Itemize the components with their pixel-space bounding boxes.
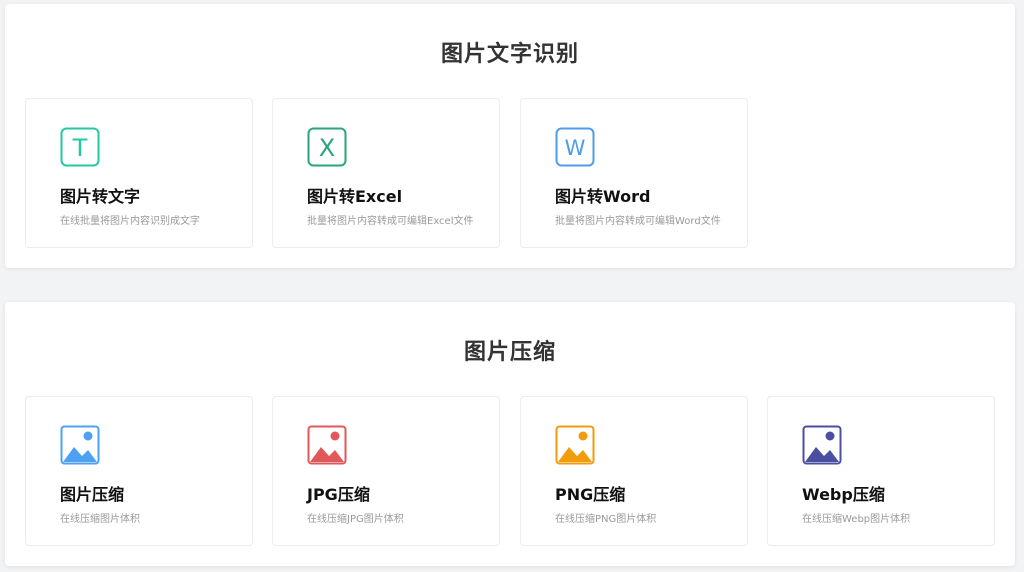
card-image-to-text[interactable]: T 图片转文字 在线批量将图片内容识别成文字 — [25, 98, 253, 248]
card-description: 在线压缩图片体积 — [60, 514, 140, 525]
card-image-to-excel[interactable]: X 图片转Excel 批量将图片内容转成可编辑Excel文件 — [272, 98, 500, 248]
card-image-compress[interactable]: 图片压缩 在线压缩图片体积 — [25, 396, 253, 546]
card-description: 批量将图片内容转成可编辑Word文件 — [555, 216, 721, 227]
card-description: 批量将图片内容转成可编辑Excel文件 — [307, 216, 474, 227]
svg-text:X: X — [319, 134, 335, 162]
image-icon — [802, 425, 842, 465]
card-title: 图片转Word — [555, 187, 651, 206]
card-webp-compress[interactable]: Webp压缩 在线压缩Webp图片体积 — [767, 396, 995, 546]
card-title: JPG压缩 — [307, 485, 370, 504]
card-title: Webp压缩 — [802, 485, 885, 504]
image-icon — [60, 425, 100, 465]
section-image-ocr: 图片文字识别 T 图片转文字 在线批量将图片内容识别成文字 X 图片转Excel… — [5, 4, 1015, 268]
card-title: 图片压缩 — [60, 485, 125, 504]
image-icon — [307, 425, 347, 465]
card-title: 图片转Excel — [307, 187, 403, 206]
excel-x-icon: X — [307, 127, 347, 167]
svg-text:W: W — [565, 136, 586, 160]
section-image-compress: 图片压缩 图片压缩 在线压缩图片体积 JPG压缩 在线压缩JPG图片体积 PNG… — [5, 302, 1015, 566]
card-description: 在线压缩Webp图片体积 — [802, 514, 911, 525]
card-description: 在线批量将图片内容识别成文字 — [60, 216, 200, 227]
section-title: 图片文字识别 — [440, 42, 579, 67]
card-title: PNG压缩 — [555, 485, 626, 504]
card-jpg-compress[interactable]: JPG压缩 在线压缩JPG图片体积 — [272, 396, 500, 546]
card-png-compress[interactable]: PNG压缩 在线压缩PNG图片体积 — [520, 396, 748, 546]
svg-text:T: T — [72, 134, 88, 162]
card-description: 在线压缩PNG图片体积 — [555, 514, 657, 525]
card-description: 在线压缩JPG图片体积 — [307, 514, 404, 525]
text-t-icon: T — [60, 127, 100, 167]
image-icon — [555, 425, 595, 465]
section-title: 图片压缩 — [463, 340, 556, 365]
card-image-to-word[interactable]: W 图片转Word 批量将图片内容转成可编辑Word文件 — [520, 98, 748, 248]
word-w-icon: W — [555, 127, 595, 167]
card-title: 图片转文字 — [60, 187, 141, 206]
